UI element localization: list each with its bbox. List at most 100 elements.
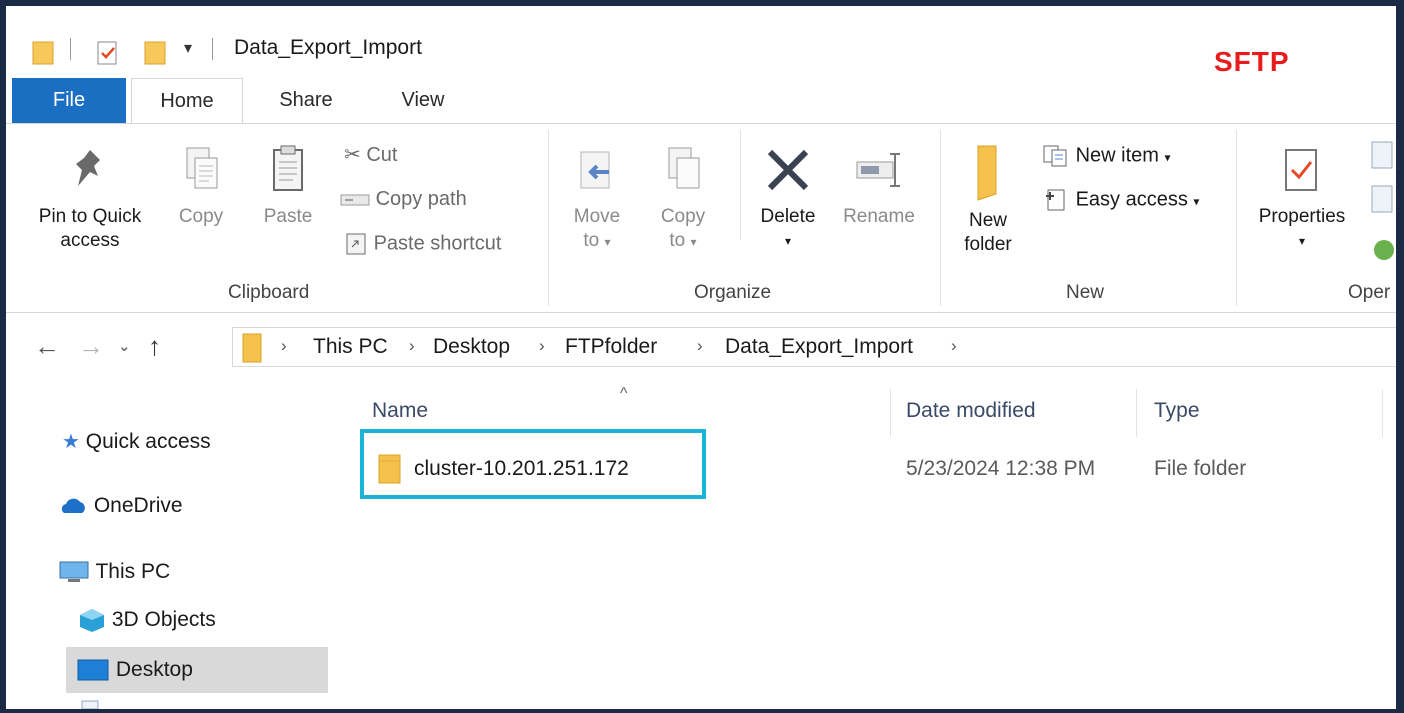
address-bar[interactable]: › This PC › Desktop › FTPfolder › Data_E… [232, 327, 1402, 367]
nav-item-this-pc[interactable]: This PC [58, 549, 170, 595]
breadcrumb-chevron-icon[interactable]: › [951, 336, 957, 356]
properties-check-icon[interactable] [96, 40, 120, 66]
cloud-icon [61, 499, 85, 514]
folder-icon[interactable] [32, 40, 54, 66]
up-arrow-icon[interactable]: ↑ [148, 331, 161, 362]
nav-item-quick-access[interactable]: ★ Quick access [62, 419, 211, 465]
move-to-icon [580, 151, 610, 189]
column-header-type[interactable]: Type [1154, 399, 1200, 423]
breadcrumb-chevron-icon[interactable]: › [281, 336, 287, 356]
paste-shortcut-button[interactable]: Paste shortcut [344, 232, 501, 256]
address-bar-row: ← → ⌄ ↑ › This PC › Desktop › FTPfolder … [6, 313, 1402, 383]
file-list: ^ Name Date modified Type cluster-10.201… [336, 383, 1396, 709]
chevron-down-icon: ▾ [690, 235, 697, 249]
scissors-icon: ✂ [344, 144, 361, 166]
move-to-line1: Move [573, 206, 621, 227]
new-item-label: New item [1075, 144, 1159, 167]
nav-item-desktop[interactable]: Desktop [66, 647, 328, 693]
breadcrumb-this-pc[interactable]: This PC [313, 335, 388, 359]
open-group-label: Oper [1348, 282, 1391, 303]
tab-home[interactable]: Home [131, 78, 243, 124]
nav-item-3d-objects[interactable]: 3D Objects [78, 597, 216, 643]
column-header-name[interactable]: Name [372, 399, 428, 423]
move-to-button[interactable]: Move to ▾ [562, 142, 632, 254]
cut-button[interactable]: ✂ Cut [344, 142, 397, 167]
chevron-down-icon: ▾ [1193, 194, 1200, 209]
properties-button[interactable]: Properties ▾ [1246, 142, 1358, 253]
copy-to-line1: Copy [660, 206, 706, 227]
sort-ascending-icon: ^ [620, 385, 628, 402]
tab-file[interactable]: File [12, 78, 126, 124]
paste-shortcut-label: Paste shortcut [373, 232, 502, 255]
easy-access-icon [1046, 189, 1065, 211]
tab-share[interactable]: Share [261, 78, 351, 124]
organize-group-label: Organize [694, 282, 772, 303]
paste-label: Paste [263, 206, 313, 227]
easy-access-label: Easy access [1075, 188, 1188, 211]
breadcrumb-desktop[interactable]: Desktop [433, 335, 510, 359]
nav-item-label: 3D Objects [111, 608, 216, 631]
nav-item-label: OneDrive [93, 494, 183, 517]
new-item-button[interactable]: New item ▾ [1042, 144, 1171, 168]
documents-icon [81, 700, 99, 709]
pin-to-quick-access-button[interactable]: Pin to Quick access [20, 142, 160, 253]
computer-icon [59, 561, 89, 583]
pin-label-line2: access [60, 230, 120, 251]
nav-item-label: This PC [95, 560, 171, 583]
pin-label-line1: Pin to Quick [38, 206, 142, 227]
group-separator [940, 130, 941, 306]
open-group-icons[interactable] [1368, 140, 1396, 270]
column-header-date-modified[interactable]: Date modified [906, 399, 1036, 423]
ribbon-home: Pin to Quick access Copy Paste ✂ Cut Cop… [6, 123, 1396, 313]
folder-icon [378, 454, 401, 484]
chevron-down-icon: ▾ [604, 235, 611, 249]
copy-path-button[interactable]: Copy path [340, 188, 467, 211]
copy-path-icon [340, 194, 370, 206]
clipboard-icon [273, 145, 303, 191]
ribbon-tabs: File Home Share View [6, 78, 1396, 124]
desktop-icon [77, 659, 109, 681]
easy-access-button[interactable]: Easy access ▾ [1042, 188, 1199, 212]
delete-button[interactable]: Delete ▾ [750, 142, 826, 253]
tab-view[interactable]: View [378, 78, 468, 124]
rename-label: Rename [843, 206, 915, 227]
copy-icon [186, 147, 218, 189]
clipboard-group-label: Clipboard [228, 282, 310, 303]
breadcrumb-ftpfolder[interactable]: FTPfolder [565, 335, 657, 359]
toolbar-separator [212, 38, 213, 60]
cube-icon [80, 609, 104, 633]
recent-locations-dropdown[interactable]: ⌄ [118, 337, 131, 355]
navigation-pane: ★ Quick access OneDrive This PC 3D Objec… [6, 383, 336, 709]
sftp-annotation-label: SFTP [1214, 46, 1290, 77]
group-separator [740, 130, 741, 240]
delete-x-icon [767, 149, 809, 191]
back-arrow-icon[interactable]: ← [34, 331, 60, 362]
rename-button[interactable]: Rename [834, 142, 924, 229]
copy-label: Copy [178, 206, 224, 227]
new-folder-icon[interactable] [144, 40, 166, 66]
customize-toolbar-dropdown[interactable]: ▾ [184, 38, 192, 58]
toolbar-separator [70, 38, 71, 60]
breadcrumb-chevron-icon[interactable]: › [539, 336, 545, 356]
new-folder-line1: New [968, 210, 1007, 231]
nav-item-onedrive[interactable]: OneDrive [58, 483, 183, 529]
new-folder-button[interactable]: New folder [952, 142, 1024, 257]
file-name: cluster-10.201.251.172 [414, 457, 629, 480]
breadcrumb-chevron-icon[interactable]: › [697, 336, 703, 356]
paste-button[interactable]: Paste [252, 142, 324, 229]
move-to-line2: to [583, 230, 600, 251]
properties-label: Properties [1258, 206, 1346, 227]
forward-arrow-icon[interactable]: → [78, 331, 104, 362]
window-title: Data_Export_Import [234, 36, 422, 59]
copy-to-button[interactable]: Copy to ▾ [648, 142, 718, 254]
chevron-down-icon: ▾ [1164, 150, 1171, 165]
table-row[interactable]: cluster-10.201.251.172 5/23/2024 12:38 P… [358, 429, 1388, 487]
breadcrumb-chevron-icon[interactable]: › [409, 336, 415, 356]
group-separator [1236, 130, 1237, 306]
nav-item-label: Desktop [115, 658, 193, 681]
copy-to-line2: to [669, 230, 686, 251]
delete-label: Delete [760, 206, 816, 227]
copy-path-label: Copy path [375, 188, 467, 210]
copy-button[interactable]: Copy [166, 142, 236, 229]
breadcrumb-data-export-import[interactable]: Data_Export_Import [725, 335, 913, 359]
